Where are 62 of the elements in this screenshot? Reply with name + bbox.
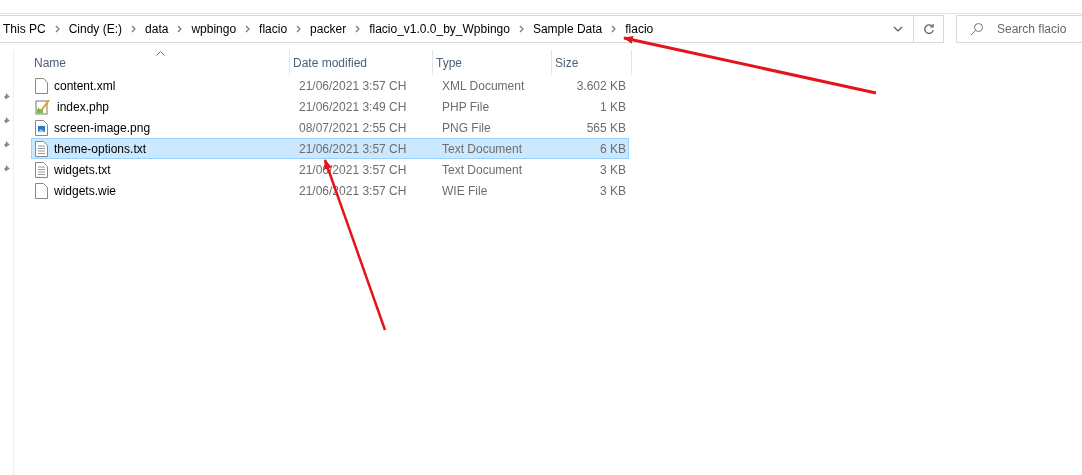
chevron-icon <box>245 25 251 33</box>
type-cell-text: XML Document <box>441 78 526 93</box>
file-row[interactable]: index.php 21/06/2021 3:49 CH PHP File 1 KB <box>31 96 629 117</box>
refresh-icon <box>922 23 935 35</box>
breadcrumb-item[interactable]: Sample Data <box>532 22 603 36</box>
document-icon <box>35 77 48 94</box>
chevron-icon <box>611 25 617 33</box>
breadcrumb-item[interactable]: flacio <box>259 22 288 36</box>
file-name: content.xml <box>54 78 116 93</box>
text-file-icon <box>35 140 48 157</box>
breadcrumb-item[interactable]: Cindy (E:) <box>68 22 123 36</box>
pin-icon[interactable] <box>2 140 11 150</box>
type-cell-text: PNG File <box>441 120 492 135</box>
pin-icon[interactable] <box>2 116 11 126</box>
chevron-icon <box>131 25 137 33</box>
chevron-icon <box>296 25 302 33</box>
type-cell-text: WIE File <box>441 183 489 198</box>
column-header[interactable]: Size <box>552 50 632 75</box>
address-bar[interactable]: This PC Cindy (E:) data wpbingo flacio packer flacio_v1.0.0_by_Wpbingo Sample Data flacio <box>0 15 914 43</box>
chevron-icon <box>355 25 361 33</box>
size-cell-text: 1 KB <box>599 99 627 114</box>
type-cell-text: PHP File <box>441 99 491 114</box>
breadcrumb-item[interactable]: flacio_v1.0.0_by_Wpbingo <box>369 22 510 36</box>
dropdown-icon[interactable] <box>893 26 903 32</box>
breadcrumb-item[interactable]: data <box>145 22 169 36</box>
file-name: index.php <box>57 99 110 114</box>
breadcrumb-item[interactable]: flacio <box>625 22 654 36</box>
breadcrumb-item[interactable]: wpbingo <box>191 22 237 36</box>
column-header[interactable]: Name <box>31 50 290 75</box>
pin-icon[interactable] <box>2 92 11 102</box>
size-cell-text: 6 KB <box>599 141 627 156</box>
file-name: screen-image.png <box>54 120 151 135</box>
type-cell-text: Text Document <box>441 141 524 156</box>
breadcrumb-item[interactable]: packer <box>310 22 347 36</box>
file-name: widgets.wie <box>54 183 117 198</box>
date-cell-text: 21/06/2021 3:57 CH <box>298 78 408 93</box>
file-name: widgets.txt <box>54 162 111 177</box>
size-cell-text: 3 KB <box>599 183 627 198</box>
document-icon <box>35 182 48 199</box>
image-file-icon <box>35 119 48 136</box>
file-row[interactable]: theme-options.txt 21/06/2021 3:57 CH Text Document 6 KB <box>31 138 629 159</box>
chevron-icon <box>518 25 524 33</box>
file-row[interactable]: content.xml 21/06/2021 3:57 CH XML Document 3.602 KB <box>31 75 629 96</box>
breadcrumb-item[interactable]: This PC <box>3 22 46 36</box>
text-file-icon <box>35 161 48 178</box>
file-row[interactable]: screen-image.png 08/07/2021 2:55 CH PNG File 565 KB <box>31 117 629 138</box>
size-cell-text: 3.602 KB <box>575 78 627 93</box>
search-field[interactable]: Search flacio <box>956 15 1082 43</box>
chevron-icon <box>177 25 183 33</box>
size-cell-text: 565 KB <box>585 120 627 135</box>
edit-file-icon <box>35 98 51 115</box>
date-cell-text: 21/06/2021 3:57 CH <box>298 141 408 156</box>
pin-icon[interactable] <box>2 164 11 174</box>
file-name: theme-options.txt <box>54 141 147 156</box>
type-cell-text: Text Document <box>441 162 524 177</box>
column-header[interactable]: Date modified <box>290 50 433 75</box>
size-cell-text: 3 KB <box>599 162 627 177</box>
chevron-icon <box>54 25 60 33</box>
refresh-button[interactable] <box>914 15 944 43</box>
column-header[interactable]: Type <box>433 50 552 75</box>
date-cell-text: 21/06/2021 3:49 CH <box>298 99 408 114</box>
date-cell-text: 08/07/2021 2:55 CH <box>298 120 408 135</box>
